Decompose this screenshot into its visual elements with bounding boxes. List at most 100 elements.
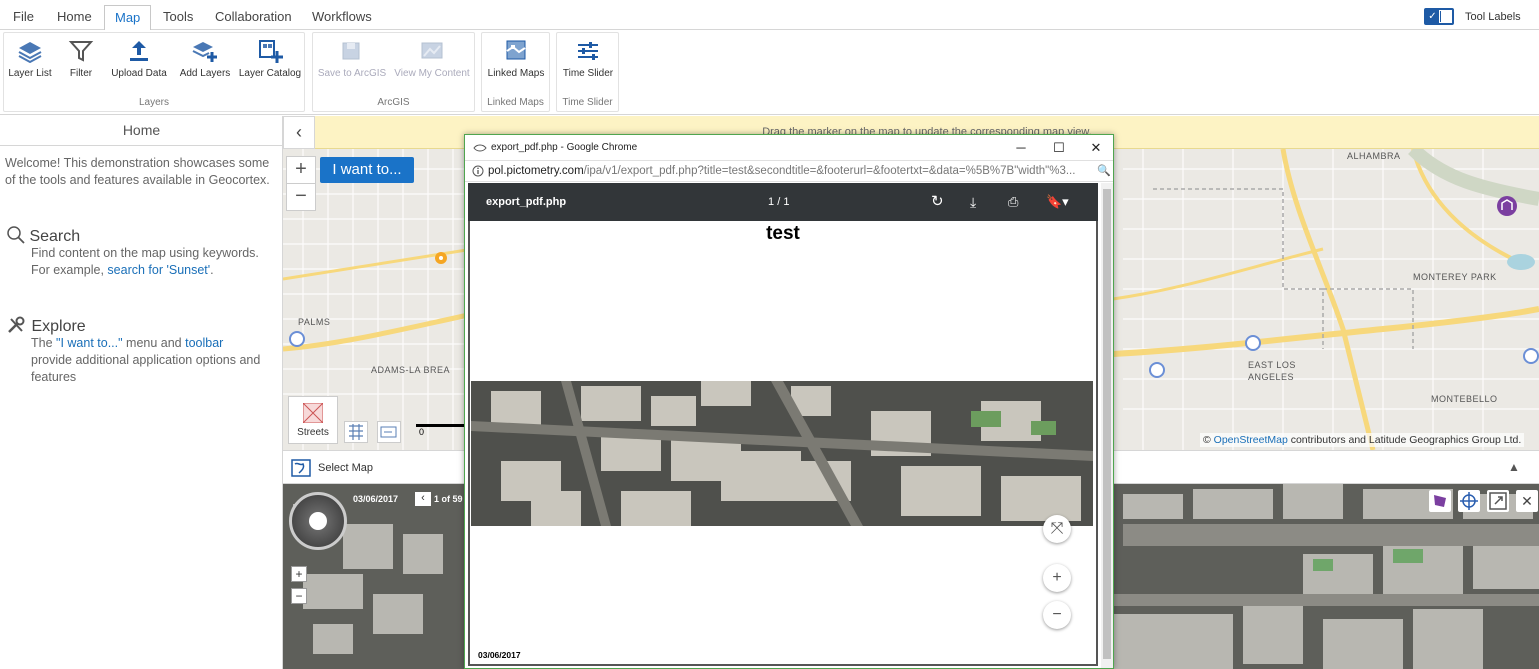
linked-maps-button[interactable]: Linked Maps bbox=[486, 39, 546, 79]
tool-labels-toggle[interactable]: ✓ bbox=[1424, 8, 1454, 25]
place-label-monterey-park: MONTEREY PARK bbox=[1413, 272, 1497, 282]
plus-icon: + bbox=[295, 567, 303, 581]
plus-icon: + bbox=[1052, 569, 1062, 586]
oblique-tool-1[interactable] bbox=[1429, 490, 1451, 512]
layer-list-label: Layer List bbox=[8, 68, 52, 79]
add-layers-icon bbox=[192, 42, 217, 62]
collapse-panel-button[interactable]: ‹ bbox=[283, 116, 315, 149]
welcome-text: Welcome! This demonstration showcases so… bbox=[5, 156, 270, 187]
pdf-zoom-out-button[interactable]: − bbox=[1043, 601, 1071, 629]
chrome-popup-window: export_pdf.php - Google Chrome ─ ☐ ✕ pol… bbox=[464, 134, 1114, 669]
previous-image-button[interactable]: ‹ bbox=[415, 492, 431, 506]
address-bar[interactable]: pol.pictometry.com/ipa/v1/export_pdf.php… bbox=[465, 160, 1113, 182]
zoom-out-button[interactable]: − bbox=[286, 183, 316, 211]
explore-desc-2: menu and bbox=[122, 336, 186, 350]
place-label-montebello: MONTEBELLO bbox=[1431, 394, 1498, 404]
tab-collaboration[interactable]: Collaboration bbox=[215, 5, 292, 29]
basemap-switcher[interactable]: Streets bbox=[288, 396, 338, 444]
layers-icon bbox=[18, 42, 42, 63]
oblique-tool-3[interactable] bbox=[1487, 490, 1509, 512]
minus-icon: − bbox=[1052, 606, 1062, 623]
page-total: 1 bbox=[783, 196, 790, 208]
view-my-content-button[interactable]: View My Content bbox=[393, 39, 471, 79]
oblique-date: 03/06/2017 bbox=[353, 494, 399, 504]
window-titlebar: export_pdf.php - Google Chrome ─ ☐ ✕ bbox=[465, 135, 1113, 160]
group-title-layers: Layers bbox=[138, 97, 169, 108]
pdf-filename: export_pdf.php bbox=[486, 196, 567, 208]
zoom-in-button[interactable]: + bbox=[286, 156, 316, 184]
bookmark-button[interactable]: 🔖▾ bbox=[1046, 183, 1069, 221]
scale-zero: 0 bbox=[419, 427, 425, 437]
upload-data-button[interactable]: Upload Data bbox=[108, 39, 170, 79]
minimize-button[interactable]: ─ bbox=[1002, 135, 1040, 160]
map-tool-button-2[interactable] bbox=[377, 421, 401, 443]
i-want-to-menu-button[interactable]: I want to... bbox=[320, 157, 414, 183]
add-layers-label: Add Layers bbox=[179, 68, 231, 79]
save-to-arcgis-button[interactable]: Save to ArcGIS bbox=[317, 39, 387, 79]
linked-maps-label: Linked Maps bbox=[487, 68, 545, 79]
search-example-link[interactable]: search for 'Sunset' bbox=[107, 263, 210, 277]
compass-navigator[interactable] bbox=[289, 492, 347, 550]
group-title-linked-maps: Linked Maps bbox=[487, 97, 544, 108]
scrollbar-thumb[interactable] bbox=[1103, 189, 1111, 659]
select-map-label[interactable]: Select Map bbox=[318, 462, 373, 474]
oblique-zoom-out-button[interactable]: − bbox=[291, 588, 307, 604]
map-attribution: © OpenStreetMap contributors and Latitud… bbox=[1200, 433, 1525, 447]
i-want-to-link[interactable]: "I want to..." bbox=[56, 336, 123, 350]
scrollbar[interactable] bbox=[1101, 183, 1113, 668]
tab-file[interactable]: File bbox=[13, 5, 34, 29]
toolbar-link[interactable]: toolbar bbox=[185, 336, 223, 350]
print-button[interactable]: ⎙ bbox=[1008, 183, 1018, 221]
expand-icon bbox=[1489, 492, 1507, 510]
rotate-button[interactable]: ↻ bbox=[931, 183, 944, 221]
page-indicator: 1 / 1 bbox=[768, 183, 789, 221]
search-desc-1: Find content on the map using keywords. bbox=[31, 246, 259, 260]
search-icon bbox=[7, 226, 25, 244]
map-tool-button-1[interactable] bbox=[344, 421, 368, 443]
filter-label: Filter bbox=[69, 68, 93, 79]
oblique-zoom-in-button[interactable]: + bbox=[291, 566, 307, 582]
tools-icon bbox=[8, 316, 25, 333]
time-slider-icon bbox=[578, 42, 598, 60]
chevron-left-icon: ‹ bbox=[421, 492, 425, 504]
group-title-time-slider: Time Slider bbox=[562, 97, 613, 108]
explore-title: Explore bbox=[31, 318, 86, 335]
save-to-arcgis-label: Save to ArcGIS bbox=[317, 68, 387, 79]
ribbon-toolbar: Layer List Filter Upload Data Add Layers… bbox=[0, 30, 1539, 115]
collapse-up-icon[interactable]: ▲ bbox=[1508, 460, 1520, 474]
tab-map[interactable]: Map bbox=[104, 5, 152, 31]
pdf-zoom-in-button[interactable]: + bbox=[1043, 564, 1071, 592]
download-button[interactable]: ⤓ bbox=[970, 183, 976, 221]
tab-tools[interactable]: Tools bbox=[163, 5, 193, 29]
tab-home[interactable]: Home bbox=[57, 5, 92, 29]
document-title: test bbox=[766, 223, 800, 244]
zoom-search-icon[interactable]: 🔍 bbox=[1097, 161, 1111, 181]
maximize-button[interactable]: ☐ bbox=[1040, 135, 1078, 160]
recenter-button[interactable]: ⤧ bbox=[1043, 515, 1071, 543]
tab-workflows[interactable]: Workflows bbox=[312, 5, 372, 29]
openstreetmap-link[interactable]: OpenStreetMap bbox=[1214, 434, 1288, 446]
layer-list-button[interactable]: Layer List bbox=[8, 39, 52, 79]
polygon-tool-icon bbox=[1434, 495, 1446, 507]
time-slider-button[interactable]: Time Slider bbox=[561, 39, 615, 79]
linked-maps-icon bbox=[506, 40, 526, 60]
fit-icon: ⤧ bbox=[1050, 520, 1064, 537]
upload-data-label: Upload Data bbox=[111, 68, 167, 79]
maximize-icon: ☐ bbox=[1053, 140, 1065, 155]
close-window-button[interactable]: ✕ bbox=[1077, 135, 1115, 160]
layer-catalog-label: Layer Catalog bbox=[238, 68, 302, 79]
time-slider-label: Time Slider bbox=[562, 68, 614, 79]
place-label-east-los-angeles: EAST LOS ANGELES bbox=[1248, 360, 1296, 382]
filter-button[interactable]: Filter bbox=[60, 39, 102, 79]
minus-icon: − bbox=[295, 185, 307, 207]
oblique-tool-2[interactable] bbox=[1458, 490, 1480, 512]
tool-labels-label: Tool Labels bbox=[1465, 11, 1521, 23]
add-layers-button[interactable]: Add Layers bbox=[176, 39, 234, 79]
page-icon bbox=[473, 144, 487, 152]
minimize-icon: ─ bbox=[1016, 140, 1026, 155]
layer-catalog-button[interactable]: Layer Catalog bbox=[238, 39, 302, 79]
explore-description: The "I want to..." menu and toolbar prov… bbox=[31, 335, 279, 386]
layer-catalog-icon bbox=[259, 40, 283, 63]
aerial-image bbox=[471, 381, 1093, 526]
close-oblique-button[interactable]: ✕ bbox=[1516, 490, 1538, 512]
